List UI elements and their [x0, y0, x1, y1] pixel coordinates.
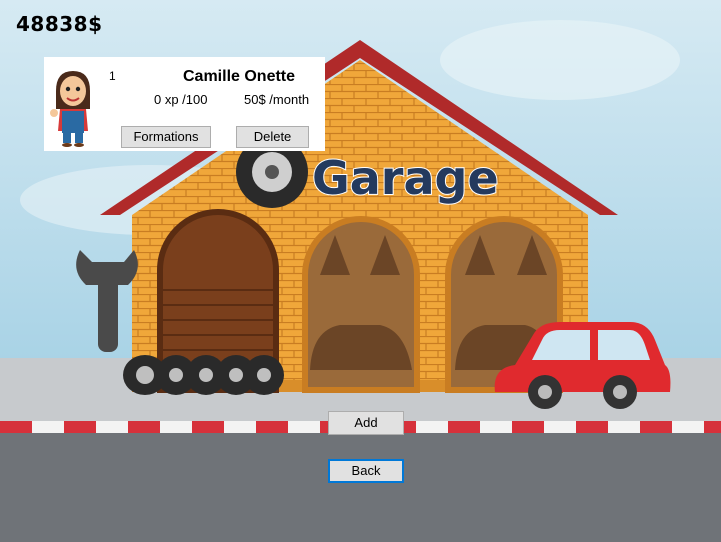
formations-button[interactable]: Formations [121, 126, 211, 148]
employee-salary: 50$ /month [244, 92, 310, 107]
delete-button[interactable]: Delete [236, 126, 309, 148]
add-button[interactable]: Add [328, 411, 404, 435]
employee-card: 1 Camille Onette 0 xp /100 50$ /month Fo… [44, 57, 325, 151]
employee-name: Camille Onette [183, 68, 296, 85]
cloud [440, 20, 680, 100]
road [0, 433, 721, 542]
employee-level: 1 [109, 69, 116, 83]
garage-sign: Garage [312, 151, 499, 205]
employee-xp: 0 xp /100 [154, 92, 208, 107]
mechanic-avatar-icon [50, 71, 90, 147]
money-counter: 48838$ [16, 12, 103, 36]
back-button[interactable]: Back [328, 459, 404, 483]
